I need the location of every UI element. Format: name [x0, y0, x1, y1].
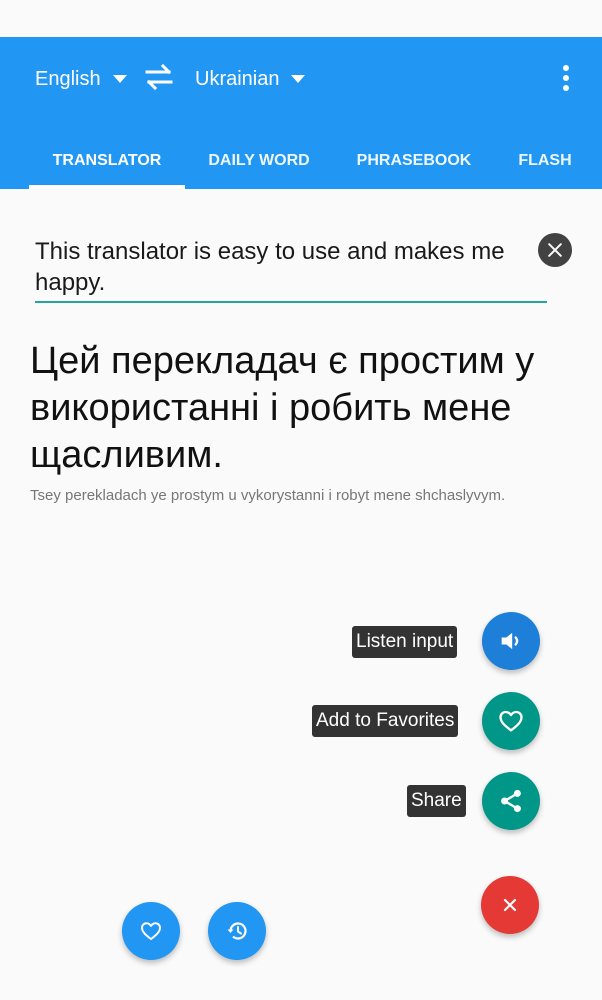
- add-to-favorites-label[interactable]: Add to Favorites: [312, 705, 459, 737]
- dropdown-arrow-icon: [291, 75, 306, 83]
- transliteration-text: Tsey perekladach ye prostym u vykorystan…: [30, 487, 506, 504]
- close-speed-dial-button[interactable]: [481, 876, 539, 934]
- listen-input-label[interactable]: Listen input: [352, 626, 458, 658]
- swap-languages-button[interactable]: [143, 63, 175, 91]
- active-tab-indicator: [29, 185, 185, 189]
- share-button[interactable]: [482, 772, 540, 830]
- tab-bar: TRANSLATOR DAILY WORD PHRASEBOOK FLASH: [0, 133, 602, 189]
- heart-outline-icon: [499, 710, 523, 732]
- listen-input-button[interactable]: [482, 612, 540, 670]
- app-bar: English Ukrainian TRANSLATOR DAILY WORD …: [0, 37, 602, 189]
- dropdown-arrow-icon: [112, 75, 127, 83]
- volume-icon: [501, 632, 519, 650]
- favorites-button[interactable]: [122, 902, 180, 960]
- status-bar: [0, 0, 602, 37]
- share-label[interactable]: Share: [407, 785, 466, 817]
- more-vert-icon: [563, 65, 569, 71]
- more-options-button[interactable]: [552, 61, 580, 95]
- source-language-label: English: [35, 67, 101, 90]
- translation-output: Цей перекладач є простим у використанні …: [30, 340, 535, 476]
- source-text-input[interactable]: This translator is easy to use and makes…: [35, 236, 530, 298]
- input-underline: [35, 301, 547, 303]
- history-button[interactable]: [208, 902, 266, 960]
- share-icon: [501, 789, 521, 813]
- add-to-favorites-button[interactable]: [482, 692, 540, 750]
- target-language-label: Ukrainian: [195, 67, 280, 90]
- tab-flash[interactable]: FLASH: [508, 133, 582, 189]
- tab-translator[interactable]: TRANSLATOR: [29, 133, 185, 189]
- close-icon: [503, 898, 517, 912]
- close-circle-icon: [548, 243, 562, 257]
- heart-outline-icon: [141, 922, 161, 940]
- tab-phrasebook[interactable]: PHRASEBOOK: [345, 133, 483, 189]
- source-language-selector[interactable]: English: [35, 66, 127, 92]
- tab-daily-word[interactable]: DAILY WORD: [196, 133, 322, 189]
- swap-horiz-icon: [145, 63, 173, 91]
- history-icon: [227, 922, 247, 940]
- target-language-selector[interactable]: Ukrainian: [195, 66, 306, 92]
- clear-input-button[interactable]: [538, 233, 572, 267]
